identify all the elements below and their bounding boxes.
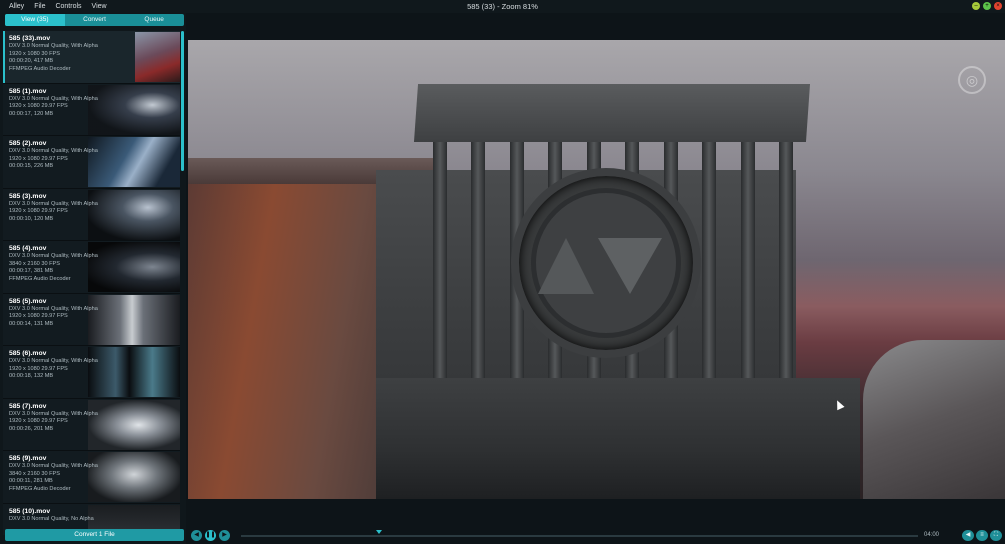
video-frame[interactable]: ◎ (188, 40, 1005, 499)
file-item[interactable]: 585 (5).mov DXV 3.0 Normal Quality, With… (3, 293, 180, 346)
file-panel: View (35) Convert Queue 585 (33).mov DXV… (0, 13, 186, 544)
file-resolution: 3840 x 2160 30 FPS (9, 260, 61, 267)
file-meta: 00:00:18, 132 MB (9, 373, 54, 379)
file-item[interactable]: 585 (6).mov DXV 3.0 Normal Quality, With… (3, 346, 180, 399)
file-name: 585 (5).mov (9, 297, 47, 305)
file-name: 585 (9).mov (9, 455, 47, 462)
file-item[interactable]: 585 (2).mov DXV 3.0 Normal Quality, With… (3, 136, 180, 189)
window-title: 585 (33) - Zoom 81% (467, 2, 538, 11)
triangle-up-icon (538, 238, 594, 294)
file-name: 585 (4).mov (9, 245, 47, 252)
rock-formation (863, 340, 1005, 499)
file-resolution: 1920 x 1080 29.97 FPS (9, 313, 68, 319)
file-resolution: 1920 x 1080 29.97 FPS (9, 155, 68, 162)
skip-forward-icon[interactable]: ▶ (219, 530, 230, 541)
tab-convert[interactable]: Convert (65, 14, 125, 26)
file-meta: 00:00:11, 281 MB (9, 478, 53, 484)
file-resolution: 3840 x 2160 30 FPS (9, 470, 61, 477)
tab-queue[interactable]: Queue (124, 14, 184, 26)
window-controls: – + × (972, 2, 1002, 10)
file-codec: DXV 3.0 Normal Quality, With Alpha (9, 95, 98, 102)
stone-base (376, 378, 860, 499)
close-button[interactable]: × (994, 2, 1002, 10)
file-name: 585 (7).mov (9, 402, 47, 410)
tab-bar: View (35) Convert Queue (5, 14, 184, 26)
selection-indicator (3, 31, 5, 83)
file-name: 585 (2).mov (9, 140, 47, 147)
playback-bar: ◀ ❚❚ ▶ 04:00 ◀ ≡ ⛶ (186, 529, 1005, 544)
skip-back-icon[interactable]: ◀ (191, 530, 202, 541)
timeline-track[interactable] (241, 535, 918, 537)
file-list: 585 (33).mov DXV 3.0 Normal Quality, Wit… (3, 31, 180, 535)
list-icon[interactable]: ≡ (976, 530, 988, 541)
file-codec: DXV 3.0 Normal Quality, With Alpha (9, 410, 98, 417)
file-resolution: 1920 x 1080 30 FPS (9, 50, 61, 57)
file-list-scrollbar[interactable] (181, 31, 184, 171)
triangle-down-icon (598, 238, 662, 294)
file-meta: 00:00:14, 131 MB (9, 320, 54, 327)
file-resolution: 1920 x 1080 29.97 FPS (9, 418, 68, 424)
watermark-icon: ◎ (958, 66, 986, 94)
file-audio: FFMPEG Audio Decoder (9, 65, 71, 72)
file-name: 585 (3).mov (9, 192, 47, 200)
file-meta: 00:00:17, 381 MB (9, 268, 54, 274)
maximize-button[interactable]: + (983, 2, 991, 10)
tab-view[interactable]: View (35) (5, 14, 65, 26)
file-codec: DXV 3.0 Normal Quality, With Alpha (9, 305, 98, 312)
playhead-marker[interactable] (376, 530, 382, 534)
file-item[interactable]: 585 (33).mov DXV 3.0 Normal Quality, Wit… (3, 31, 180, 84)
file-audio: FFMPEG Audio Decoder (9, 485, 71, 492)
file-resolution: 1920 x 1080 29.97 FPS (9, 208, 68, 214)
file-item[interactable]: 585 (7).mov DXV 3.0 Normal Quality, With… (3, 398, 180, 451)
pause-icon[interactable]: ❚❚ (205, 530, 216, 541)
minimize-button[interactable]: – (972, 2, 980, 10)
file-item[interactable]: 585 (4).mov DXV 3.0 Normal Quality, With… (3, 241, 180, 294)
convert-button[interactable]: Convert 1 File (5, 529, 184, 541)
main-block-cornice (413, 84, 811, 142)
file-codec: DXV 3.0 Normal Quality, With Alpha (9, 253, 98, 259)
file-name: 585 (33).mov (9, 35, 51, 42)
file-resolution: 1920 x 1080 29.97 FPS (9, 103, 68, 109)
file-codec: DXV 3.0 Normal Quality, With Alpha (9, 148, 98, 154)
title-bar: Alley File Controls View 585 (33) - Zoom… (0, 0, 1005, 13)
file-codec: DXV 3.0 Normal Quality, With Alpha (9, 200, 98, 207)
file-item[interactable]: 585 (3).mov DXV 3.0 Normal Quality, With… (3, 188, 180, 241)
file-item[interactable]: 585 (1).mov DXV 3.0 Normal Quality, With… (3, 83, 180, 136)
file-codec: DXV 3.0 Normal Quality, No Alpha (9, 515, 94, 522)
file-codec: DXV 3.0 Normal Quality, With Alpha (9, 43, 98, 49)
file-codec: DXV 3.0 Normal Quality, With Alpha (9, 358, 98, 364)
file-codec: DXV 3.0 Normal Quality, With Alpha (9, 463, 98, 469)
video-viewer[interactable]: ◎ (186, 13, 1005, 529)
file-meta: 00:00:20, 417 MB (9, 58, 54, 64)
file-meta: 00:00:15, 226 MB (9, 163, 54, 169)
speaker-icon[interactable]: ◀ (962, 530, 974, 541)
file-meta: 00:00:26, 201 MB (9, 425, 54, 432)
file-name: 585 (10).mov (9, 507, 51, 515)
file-thumbnail (135, 32, 180, 82)
file-item[interactable]: 585 (9).mov DXV 3.0 Normal Quality, With… (3, 451, 180, 504)
file-name: 585 (6).mov (9, 350, 47, 357)
file-resolution: 1920 x 1080 29.97 FPS (9, 365, 68, 372)
file-meta: 00:00:10, 120 MB (9, 215, 54, 222)
file-audio: FFMPEG Audio Decoder (9, 275, 71, 282)
file-name: 585 (1).mov (9, 87, 47, 95)
file-meta: 00:00:17, 120 MB (9, 110, 54, 117)
fullscreen-icon[interactable]: ⛶ (990, 530, 1002, 541)
timecode: 04:00 (924, 532, 940, 538)
